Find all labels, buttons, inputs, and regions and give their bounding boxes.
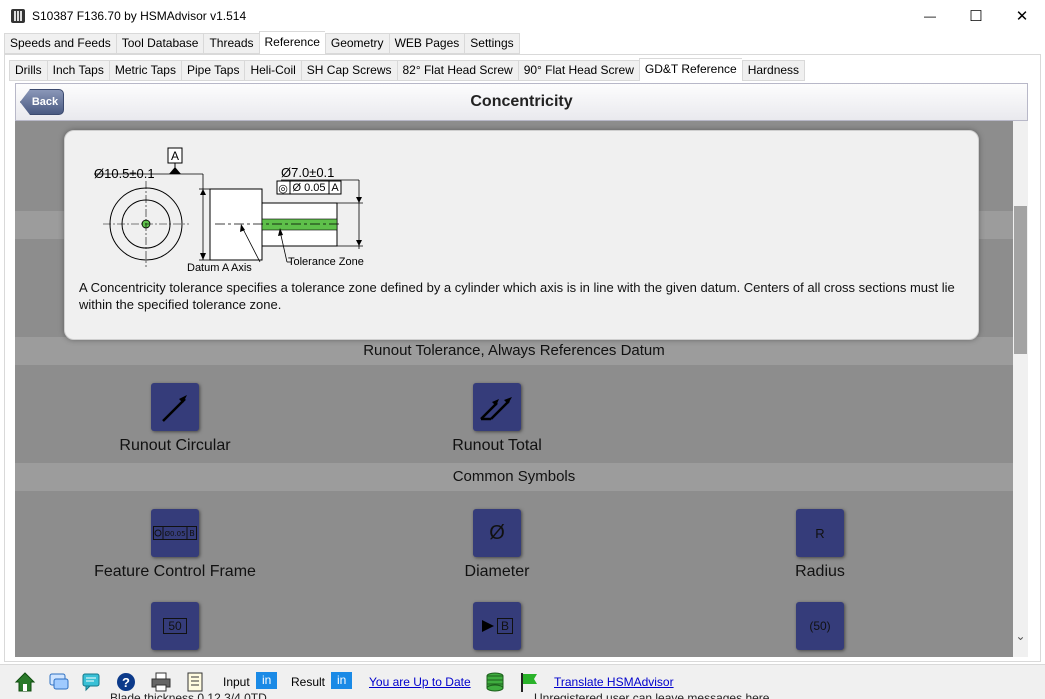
- symbol-label: Runout Circular: [119, 437, 231, 454]
- sub-tab-strip: Drills Inch Taps Metric Taps Pipe Taps H…: [9, 58, 806, 81]
- symbol-runout-total[interactable]: Runout Total: [387, 383, 607, 455]
- page-title: Concentricity: [470, 93, 573, 110]
- diameter-icon: Ø: [489, 521, 505, 544]
- concentricity-description: A Concentricity tolerance specifies a to…: [79, 280, 955, 312]
- database-icon[interactable]: [484, 671, 506, 693]
- symbol-runout-circular[interactable]: Runout Circular: [65, 383, 285, 455]
- subtab-82-flat-head-screw[interactable]: 82° Flat Head Screw: [396, 60, 518, 81]
- datum-axis-label: Datum A Axis: [187, 262, 252, 274]
- vertical-scrollbar[interactable]: ⌄: [1013, 121, 1028, 657]
- subtab-sh-cap-screws[interactable]: SH Cap Screws: [300, 60, 397, 81]
- symbol-reference-dimension[interactable]: (50): [710, 602, 930, 650]
- fcf-tolerance: Ø 0.05: [292, 182, 325, 194]
- close-button[interactable]: ✕: [999, 0, 1045, 31]
- svg-text:B: B: [189, 529, 195, 538]
- symbol-radius[interactable]: R Radius: [710, 509, 930, 581]
- fcf-datum: A: [331, 182, 339, 194]
- tab-web-pages[interactable]: WEB Pages: [388, 33, 465, 54]
- window-title: S10387 F136.70 by HSMAdvisor v1.514: [32, 8, 247, 23]
- translate-link[interactable]: Translate HSMAdvisor: [554, 675, 674, 689]
- status-bar: ? Input in Result in You are Up to Date …: [0, 664, 1045, 699]
- concentricity-diagram: A Ø10.5±0.1 Ø7.0±0.1 ◎ Ø 0.05 A Datum A …: [94, 147, 364, 274]
- input-units-label: Input: [223, 675, 250, 689]
- scrollbar-thumb[interactable]: [1014, 206, 1027, 354]
- basic-dimension-icon: 50: [163, 618, 187, 634]
- result-units-label: Result: [291, 675, 326, 689]
- dimension-right: Ø7.0±0.1: [281, 165, 334, 180]
- tolerance-zone-label: Tolerance Zone: [288, 256, 364, 268]
- page-header: Back Concentricity: [15, 83, 1028, 121]
- concentricity-popup: A Ø10.5±0.1 Ø7.0±0.1 ◎ Ø 0.05 A Datum A …: [64, 130, 979, 340]
- subtab-90-flat-head-screw[interactable]: 90° Flat Head Screw: [517, 60, 639, 81]
- feature-control-frame-icon: Ø0.05 B: [153, 526, 197, 540]
- scroll-down-icon[interactable]: ⌄: [1014, 629, 1027, 643]
- symbol-feature-control-frame[interactable]: Ø0.05 B Feature Control Frame: [65, 509, 285, 581]
- section-header-runout: Runout Tolerance, Always References Datu…: [15, 337, 1013, 365]
- subtab-drills[interactable]: Drills: [9, 60, 47, 81]
- symbol-label: Runout Total: [452, 437, 542, 454]
- symbol-basic-dimension[interactable]: 50: [65, 602, 285, 650]
- fcf-symbol: ◎: [278, 183, 288, 195]
- radius-icon: R: [815, 525, 825, 541]
- message-icon[interactable]: [80, 671, 102, 693]
- chat-icon[interactable]: [48, 671, 70, 693]
- dimension-left: Ø10.5±0.1: [94, 166, 155, 181]
- tab-tool-database[interactable]: Tool Database: [115, 33, 204, 54]
- app-icon: [11, 8, 25, 23]
- tab-settings[interactable]: Settings: [464, 33, 520, 54]
- input-units-toggle[interactable]: in: [256, 672, 278, 689]
- subtab-inch-taps[interactable]: Inch Taps: [46, 60, 109, 81]
- help-icon[interactable]: ?: [115, 671, 137, 693]
- svg-text:Ø0.05: Ø0.05: [164, 530, 185, 538]
- datum-letter: A: [171, 149, 179, 163]
- symbol-diameter[interactable]: Ø Diameter: [387, 509, 607, 581]
- tab-reference[interactable]: Reference: [258, 31, 325, 54]
- subtab-hardness[interactable]: Hardness: [741, 60, 806, 81]
- cutoff-info-text: Blade thickness 0.12 3/4 0TD: [110, 691, 267, 699]
- close-icon: ✕: [1015, 7, 1029, 25]
- tab-geometry[interactable]: Geometry: [324, 33, 389, 54]
- print-icon[interactable]: [150, 671, 172, 693]
- symbol-label: Feature Control Frame: [94, 563, 256, 580]
- symbol-label: Radius: [795, 563, 845, 580]
- main-tab-strip: Speeds and Feeds Tool Database Threads R…: [4, 31, 520, 54]
- subtab-heli-coil[interactable]: Heli-Coil: [244, 60, 301, 81]
- symbol-datum-target[interactable]: B: [387, 602, 607, 650]
- maximize-button[interactable]: ☐: [953, 0, 999, 31]
- notes-icon[interactable]: [184, 671, 206, 693]
- section-header-common: Common Symbols: [15, 463, 1013, 491]
- subtab-pipe-taps[interactable]: Pipe Taps: [180, 60, 245, 81]
- subtab-metric-taps[interactable]: Metric Taps: [108, 60, 181, 81]
- svg-text:?: ?: [122, 675, 130, 690]
- result-units-toggle[interactable]: in: [331, 672, 353, 689]
- title-bar: S10387 F136.70 by HSMAdvisor v1.514 — ☐ …: [0, 0, 1045, 31]
- flag-icon[interactable]: [518, 671, 540, 693]
- update-status-link[interactable]: You are Up to Date: [369, 675, 471, 689]
- subtab-gdt-reference[interactable]: GD&T Reference: [638, 58, 742, 81]
- maximize-icon: ☐: [969, 7, 983, 25]
- runout-circular-icon: [162, 395, 187, 422]
- home-icon[interactable]: [14, 671, 36, 693]
- datum-target-triangle-icon: [481, 620, 494, 632]
- cutoff-message-text: Unregistered user can leave messages her…: [534, 691, 770, 699]
- symbol-label: Diameter: [464, 563, 530, 580]
- datum-target-icon: B: [496, 618, 513, 634]
- tab-threads[interactable]: Threads: [203, 33, 259, 54]
- minimize-button[interactable]: —: [907, 0, 953, 31]
- tab-speeds-and-feeds[interactable]: Speeds and Feeds: [4, 33, 116, 54]
- reference-dimension-icon: (50): [809, 619, 831, 633]
- runout-total-icon: [480, 397, 512, 421]
- minimize-icon: —: [924, 8, 936, 23]
